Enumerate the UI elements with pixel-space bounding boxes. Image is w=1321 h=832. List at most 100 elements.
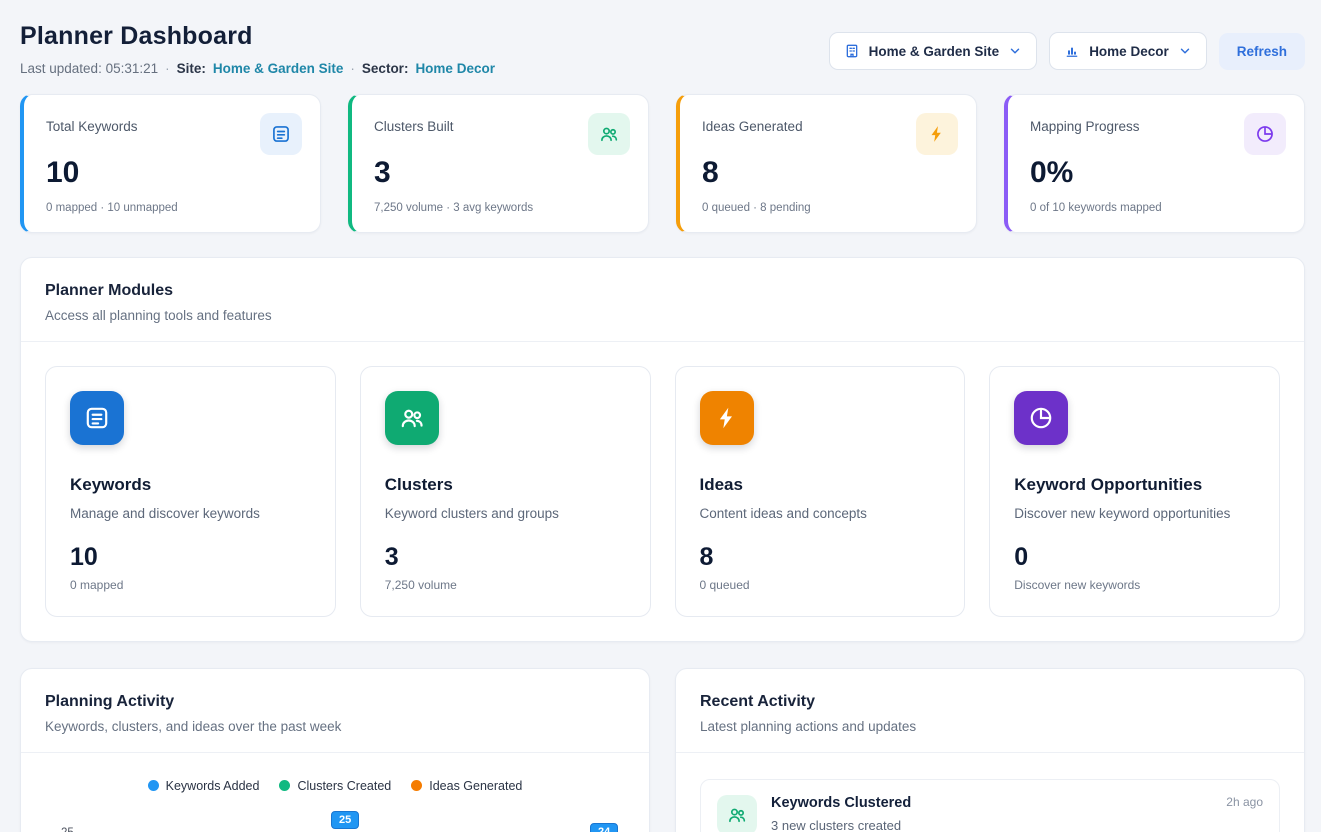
module-desc: Keyword clusters and groups: [385, 506, 626, 521]
stat-card-top: Mapping Progress: [1030, 113, 1286, 155]
stat-subtext: 0 of 10 keywords mapped: [1030, 202, 1286, 214]
refresh-button[interactable]: Refresh: [1219, 33, 1305, 70]
stat-label: Ideas Generated: [702, 113, 803, 134]
sector-selector-button[interactable]: Home Decor: [1049, 32, 1207, 70]
last-updated-text: Last updated: 05:31:21: [20, 61, 158, 76]
card-subtitle: Keywords, clusters, and ideas over the p…: [45, 719, 625, 734]
chevron-down-icon: [1008, 44, 1022, 58]
card-title: Planning Activity: [45, 693, 625, 711]
legend-item-ideas-generated[interactable]: Ideas Generated: [411, 779, 522, 793]
activity-row: Keywords Clustered 2h ago: [771, 795, 1263, 811]
stat-subtext: 7,250 volume · 3 avg keywords: [374, 202, 630, 214]
building-icon: [844, 43, 860, 59]
module-card-keyword-opportunities[interactable]: Keyword Opportunities Discover new keywo…: [989, 366, 1280, 617]
document-icon: [260, 113, 302, 155]
legend-item-keywords-added[interactable]: Keywords Added: [148, 779, 260, 793]
module-subtext: 0 queued: [700, 578, 941, 592]
users-icon: [717, 795, 757, 832]
planning-activity-panel: Planning Activity Keywords, clusters, an…: [20, 668, 650, 832]
stat-card-clusters-built: Clusters Built 3 7,250 volume · 3 avg ke…: [348, 94, 649, 233]
legend-label: Ideas Generated: [429, 779, 522, 793]
bottom-row: Planning Activity Keywords, clusters, an…: [20, 668, 1305, 832]
module-title: Clusters: [385, 475, 626, 495]
bar-chart-icon: [1064, 43, 1080, 59]
sector-label: Sector:: [362, 61, 409, 76]
recent-activity-panel: Recent Activity Latest planning actions …: [675, 668, 1305, 832]
modules-grid: Keywords Manage and discover keywords 10…: [45, 366, 1280, 617]
activity-item-keywords-clustered[interactable]: Keywords Clustered 2h ago 3 new clusters…: [700, 779, 1280, 832]
stats-row: Total Keywords 10 0 mapped · 10 unmapped…: [20, 94, 1305, 233]
module-value: 0: [1014, 543, 1255, 572]
area-chart: 25 25 24: [45, 811, 625, 832]
divider: [21, 752, 649, 753]
module-value: 3: [385, 543, 626, 572]
sector-link[interactable]: Home Decor: [415, 61, 495, 76]
stat-card-total-keywords: Total Keywords 10 0 mapped · 10 unmapped: [20, 94, 321, 233]
stat-label: Mapping Progress: [1030, 113, 1140, 134]
activity-time: 2h ago: [1226, 795, 1263, 809]
planner-dashboard-page: Planner Dashboard Last updated: 05:31:21…: [0, 0, 1321, 832]
header-left: Planner Dashboard Last updated: 05:31:21…: [20, 22, 495, 76]
activity-title: Keywords Clustered: [771, 795, 911, 811]
module-title: Ideas: [700, 475, 941, 495]
module-value: 8: [700, 543, 941, 572]
pie-chart-icon: [1244, 113, 1286, 155]
stat-value: 10: [46, 157, 302, 189]
stat-label: Clusters Built: [374, 113, 454, 134]
site-link[interactable]: Home & Garden Site: [213, 61, 344, 76]
stat-card-top: Ideas Generated: [702, 113, 958, 155]
lightning-icon: [700, 391, 754, 445]
module-desc: Content ideas and concepts: [700, 506, 941, 521]
module-title: Keywords: [70, 475, 311, 495]
card-subtitle: Latest planning actions and updates: [700, 719, 1280, 734]
users-icon: [385, 391, 439, 445]
planner-modules-panel: Planner Modules Access all planning tool…: [20, 257, 1305, 642]
module-card-ideas[interactable]: Ideas Content ideas and concepts 8 0 que…: [675, 366, 966, 617]
header: Planner Dashboard Last updated: 05:31:21…: [20, 22, 1305, 76]
card-title: Recent Activity: [700, 693, 1280, 711]
meta-separator: ·: [165, 61, 170, 76]
meta-separator: ·: [350, 61, 355, 76]
module-value: 10: [70, 543, 311, 572]
legend-dot-green: [279, 780, 290, 791]
y-axis-tick: 25: [61, 827, 74, 832]
page-title: Planner Dashboard: [20, 22, 495, 51]
document-icon: [70, 391, 124, 445]
section-subtitle: Access all planning tools and features: [45, 308, 1280, 323]
chevron-down-icon: [1178, 44, 1192, 58]
module-card-keywords[interactable]: Keywords Manage and discover keywords 10…: [45, 366, 336, 617]
header-meta: Last updated: 05:31:21 · Site: Home & Ga…: [20, 61, 495, 76]
stat-subtext: 0 mapped · 10 unmapped: [46, 202, 302, 214]
legend-label: Clusters Created: [297, 779, 391, 793]
stat-subtext: 0 queued · 8 pending: [702, 202, 958, 214]
stat-card-ideas-generated: Ideas Generated 8 0 queued · 8 pending: [676, 94, 977, 233]
site-label: Site:: [177, 61, 206, 76]
module-desc: Discover new keyword opportunities: [1014, 506, 1255, 521]
divider: [676, 752, 1304, 753]
activity-desc: 3 new clusters created: [771, 818, 1263, 832]
site-selector-label: Home & Garden Site: [869, 44, 1000, 59]
module-subtext: 0 mapped: [70, 578, 311, 592]
point-label-badge: 24: [590, 823, 618, 832]
header-controls: Home & Garden Site Home Decor Refresh: [829, 32, 1305, 70]
stat-card-top: Clusters Built: [374, 113, 630, 155]
stat-label: Total Keywords: [46, 113, 138, 134]
users-icon: [588, 113, 630, 155]
module-subtext: 7,250 volume: [385, 578, 626, 592]
legend-dot-orange: [411, 780, 422, 791]
stat-card-mapping-progress: Mapping Progress 0% 0 of 10 keywords map…: [1004, 94, 1305, 233]
lightning-icon: [916, 113, 958, 155]
legend-label: Keywords Added: [166, 779, 260, 793]
legend-item-clusters-created[interactable]: Clusters Created: [279, 779, 391, 793]
stat-value: 0%: [1030, 157, 1286, 189]
stat-card-top: Total Keywords: [46, 113, 302, 155]
module-card-clusters[interactable]: Clusters Keyword clusters and groups 3 7…: [360, 366, 651, 617]
module-subtext: Discover new keywords: [1014, 578, 1255, 592]
pie-chart-icon: [1014, 391, 1068, 445]
point-label-badge: 25: [331, 811, 359, 829]
divider: [21, 341, 1304, 342]
module-desc: Manage and discover keywords: [70, 506, 311, 521]
site-selector-button[interactable]: Home & Garden Site: [829, 32, 1038, 70]
activity-body: Keywords Clustered 2h ago 3 new clusters…: [771, 795, 1263, 832]
stat-value: 8: [702, 157, 958, 189]
